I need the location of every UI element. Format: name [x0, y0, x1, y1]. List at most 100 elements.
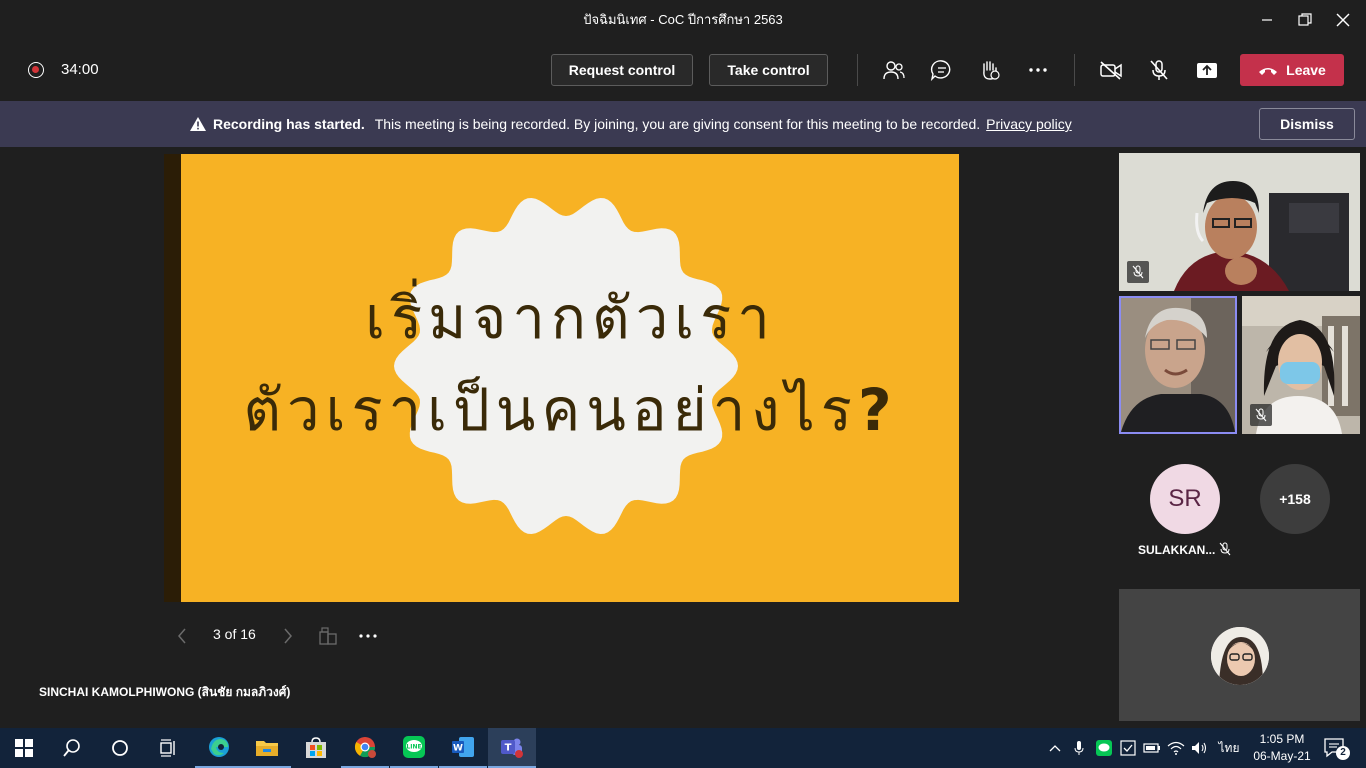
active-speaker-video-tile[interactable] — [1119, 296, 1237, 434]
file-explorer-icon — [256, 741, 278, 756]
word-icon: W — [452, 737, 474, 757]
participant-video-tile[interactable] — [1242, 296, 1360, 434]
next-slide-button[interactable] — [280, 626, 296, 651]
mic-off-icon — [1219, 542, 1231, 556]
teams-icon: T — [501, 738, 523, 758]
muted-badge — [1250, 404, 1272, 426]
close-button[interactable] — [1320, 0, 1366, 40]
presentation-slide: เริ่มจากตัวเรา ตัวเราเป็นคนอย่างไร? — [164, 154, 959, 602]
taskbar-clock[interactable]: 1:05 PM 06-May-21 — [1252, 731, 1312, 765]
clock-date: 06-May-21 — [1253, 749, 1311, 763]
participant-video-image — [1119, 153, 1360, 291]
taskbar-file-explorer[interactable] — [243, 728, 291, 768]
tray-wifi[interactable] — [1167, 740, 1185, 756]
mic-off-icon — [1132, 265, 1144, 279]
slide-left-stripe — [164, 154, 181, 602]
banner-message: This meeting is being recorded. By joini… — [374, 116, 981, 132]
mic-toggle-button[interactable] — [1145, 58, 1173, 82]
leave-button[interactable]: Leave — [1240, 54, 1344, 86]
more-participants-button[interactable]: +158 — [1260, 464, 1330, 534]
dismiss-button[interactable]: Dismiss — [1259, 108, 1355, 140]
wifi-icon — [1167, 741, 1185, 755]
meeting-timer: 34:00 — [61, 61, 99, 78]
reactions-button[interactable] — [976, 58, 1004, 82]
chevron-right-icon — [284, 628, 292, 644]
self-avatar-image — [1211, 627, 1269, 685]
update-icon — [1120, 740, 1136, 756]
participant-video-image — [1121, 298, 1235, 432]
tray-app[interactable] — [1119, 740, 1137, 756]
notification-count-badge: 2 — [1336, 746, 1350, 760]
task-view-icon — [160, 739, 175, 757]
participant-avatar[interactable]: SR — [1150, 464, 1220, 534]
participant-video-tile[interactable] — [1119, 153, 1360, 291]
more-icon — [359, 634, 377, 638]
store-icon — [306, 737, 326, 758]
presenter-name-label: SINCHAI KAMOLPHIWONG (สินชัย กมลภิวงศ์) — [39, 685, 291, 699]
recording-banner-content: Recording has started. This meeting is b… — [189, 101, 1072, 147]
edge-icon — [209, 737, 229, 757]
self-avatar — [1211, 627, 1269, 685]
search-icon — [63, 739, 80, 757]
tray-line[interactable] — [1095, 740, 1113, 756]
chat-icon — [930, 60, 951, 81]
warning-icon — [190, 117, 206, 131]
volume-icon — [1192, 742, 1207, 754]
chat-button[interactable] — [928, 58, 956, 82]
action-center-button[interactable]: 2 — [1322, 736, 1350, 760]
camera-off-icon — [1100, 61, 1122, 80]
svg-text:LINE: LINE — [406, 744, 421, 751]
tray-volume[interactable] — [1191, 740, 1209, 756]
toolbar-divider — [857, 54, 858, 86]
tray-battery[interactable] — [1143, 740, 1161, 756]
show-hidden-icons-button[interactable] — [1047, 740, 1063, 756]
participant-name: SULAKKAN... — [1138, 543, 1216, 557]
previous-slide-button[interactable] — [174, 626, 190, 651]
clock-time: 1:05 PM — [1259, 732, 1305, 746]
raise-hand-icon — [983, 61, 1000, 80]
grid-view-button[interactable] — [318, 626, 338, 651]
mic-off-icon — [1255, 408, 1267, 422]
take-control-button[interactable]: Take control — [709, 54, 828, 86]
slide-counter: 3 of 16 — [213, 626, 256, 642]
slide-line-2-text: ตัวเราเป็นคนอย่างไร — [243, 376, 858, 444]
taskbar-teams[interactable]: T — [488, 728, 536, 768]
slide-sorter-icon — [319, 627, 337, 645]
microphone-icon — [1074, 741, 1084, 755]
muted-badge — [1127, 261, 1149, 283]
battery-icon — [1143, 743, 1160, 753]
svg-text:W: W — [453, 744, 463, 754]
slide-more-options-button[interactable] — [357, 626, 379, 651]
task-view-button[interactable] — [144, 728, 192, 768]
taskbar-store[interactable] — [292, 728, 340, 768]
close-icon — [1336, 13, 1350, 27]
taskbar-edge[interactable] — [195, 728, 243, 768]
participants-button[interactable] — [880, 58, 908, 82]
hang-up-icon — [1259, 68, 1278, 75]
taskbar-search-button[interactable] — [48, 728, 96, 768]
svg-text:T: T — [505, 743, 512, 754]
privacy-policy-link[interactable]: Privacy policy — [986, 116, 1072, 132]
chevron-up-icon — [1049, 745, 1061, 752]
chevron-left-icon — [178, 628, 186, 644]
request-control-button[interactable]: Request control — [551, 54, 693, 86]
share-button[interactable] — [1193, 58, 1221, 82]
taskbar-chrome[interactable] — [341, 728, 389, 768]
slide-line-1: เริ่มจากตัวเรา — [365, 284, 776, 352]
taskbar-line[interactable]: LINE — [390, 728, 438, 768]
slide-text: เริ่มจากตัวเรา ตัวเราเป็นคนอย่างไร? — [182, 272, 959, 456]
cortana-icon — [112, 740, 128, 756]
mic-off-icon — [1150, 60, 1168, 80]
share-icon — [1197, 63, 1217, 78]
more-icon — [1029, 68, 1047, 72]
camera-toggle-button[interactable] — [1097, 58, 1125, 82]
more-actions-button[interactable] — [1024, 58, 1052, 82]
cortana-button[interactable] — [96, 728, 144, 768]
input-language-indicator[interactable]: ไทย — [1215, 740, 1243, 756]
taskbar-word[interactable]: W — [439, 728, 487, 768]
chrome-icon — [354, 737, 376, 758]
restore-icon — [1298, 13, 1312, 26]
start-button[interactable] — [0, 728, 48, 768]
windows-start-icon — [15, 739, 33, 757]
tray-mic[interactable] — [1071, 740, 1087, 756]
